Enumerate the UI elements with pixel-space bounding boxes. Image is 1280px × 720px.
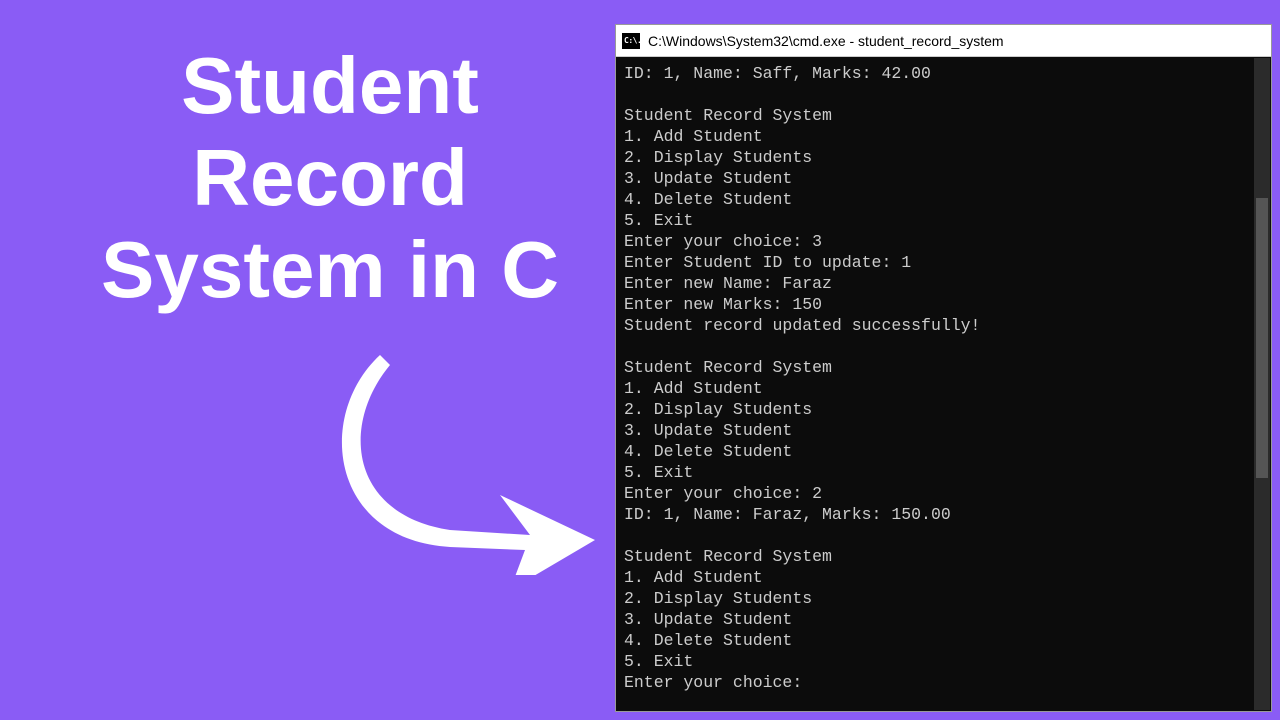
cmd-icon: C:\.	[622, 33, 640, 49]
cmd-window-title: C:\Windows\System32\cmd.exe - student_re…	[648, 33, 1004, 49]
scrollbar-vertical[interactable]	[1254, 58, 1270, 710]
cmd-output[interactable]: ID: 1, Name: Saff, Marks: 42.00 Student …	[616, 57, 1271, 711]
cmd-titlebar[interactable]: C:\. C:\Windows\System32\cmd.exe - stude…	[616, 25, 1271, 57]
scrollbar-thumb[interactable]	[1256, 198, 1268, 478]
page-title: Student Record System in C	[85, 40, 575, 316]
arrow-icon	[330, 355, 610, 575]
cmd-icon-label: C:\.	[624, 36, 641, 45]
cmd-window: C:\. C:\Windows\System32\cmd.exe - stude…	[615, 24, 1272, 712]
